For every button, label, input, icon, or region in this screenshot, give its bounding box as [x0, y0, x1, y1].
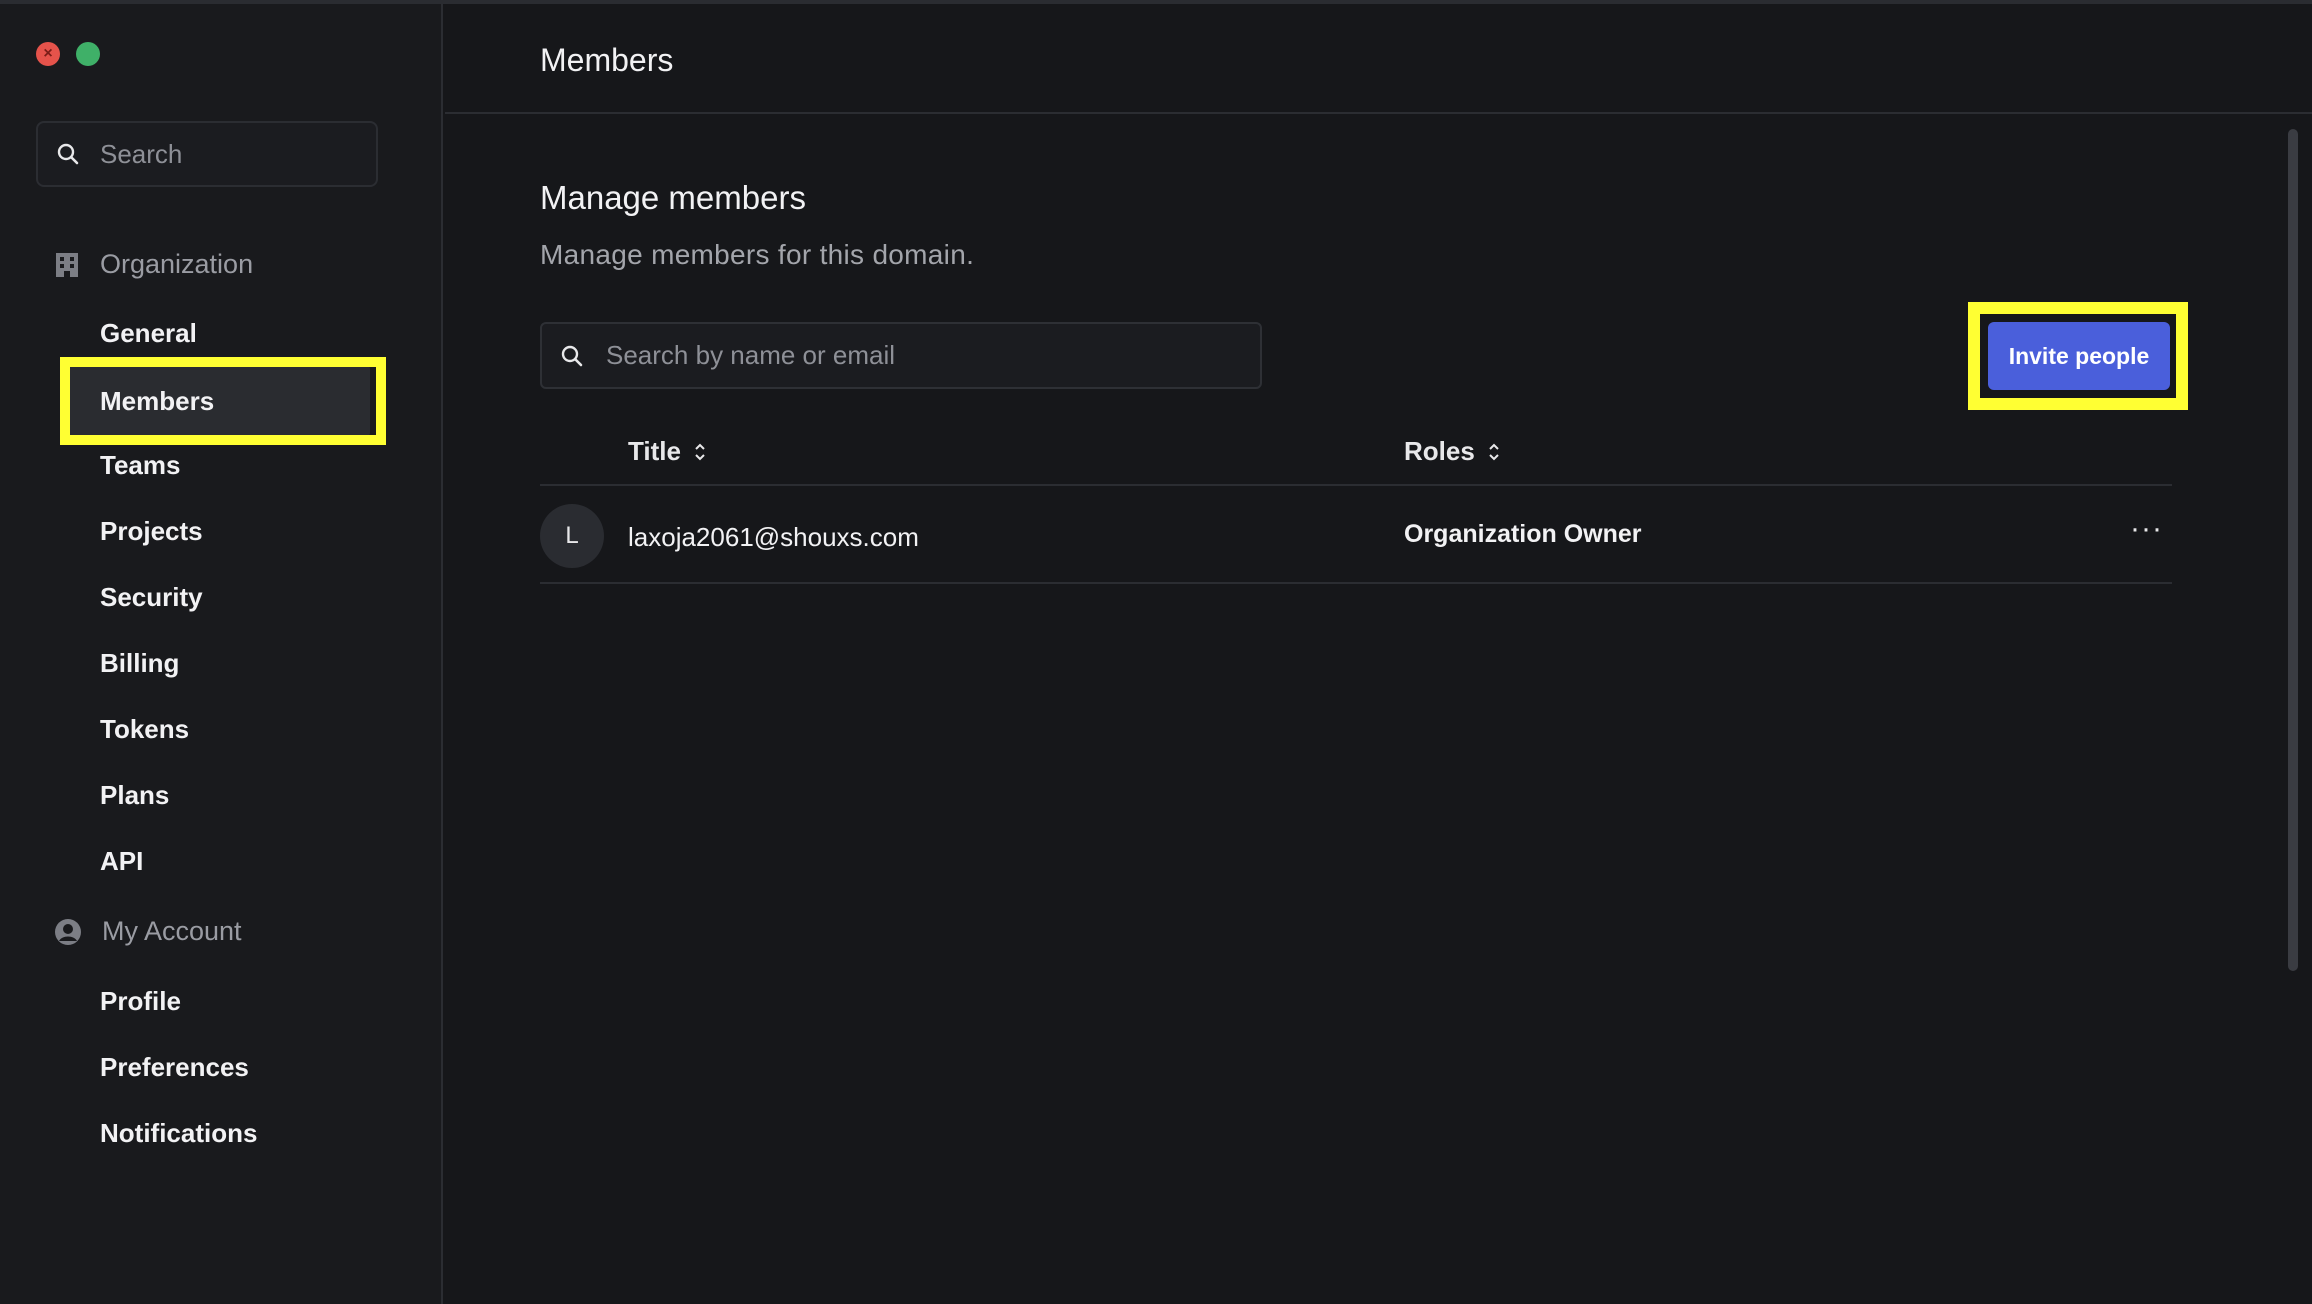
close-icon: × [43, 45, 53, 62]
sidebar-item-label: Members [100, 385, 215, 416]
window-controls: × [36, 42, 100, 66]
sidebar-item-label: Profile [100, 985, 181, 1016]
column-roles-header[interactable]: Roles [1404, 436, 1501, 467]
sort-icon [1489, 443, 1499, 460]
sidebar-item-billing[interactable]: Billing [60, 627, 370, 699]
sidebar-item-label: Teams [100, 449, 181, 480]
sidebar-item-label: General [100, 317, 197, 348]
member-search [540, 322, 1262, 389]
zoom-window-button[interactable] [76, 42, 100, 66]
sidebar-item-label: Security [100, 581, 203, 612]
user-circle-icon [55, 918, 81, 945]
section-title: Manage members [540, 179, 806, 216]
section-subtitle: Manage members for this domain. [540, 239, 975, 270]
sidebar-item-security[interactable]: Security [60, 561, 370, 633]
member-role: Organization Owner [1404, 520, 1642, 548]
sidebar-item-label: Billing [100, 647, 180, 678]
search-icon [57, 143, 79, 165]
app-window: × Organization General Members Teams [0, 0, 2312, 1304]
column-roles-label: Roles [1404, 436, 1475, 466]
section-my-account: My Account [54, 916, 242, 947]
member-search-input[interactable] [606, 340, 1246, 371]
section-my-account-label: My Account [102, 916, 242, 946]
column-title-label: Title [628, 436, 681, 466]
sidebar-item-members[interactable]: Members [60, 365, 370, 437]
sidebar-item-label: API [100, 845, 144, 876]
search-icon [561, 345, 583, 366]
sidebar-item-label: Notifications [100, 1117, 258, 1148]
main-panel: Members Manage members Manage members fo… [445, 4, 2312, 1304]
sidebar-search-input[interactable] [100, 138, 360, 170]
table-row: L laxoja2061@shouxs.com Organization Own… [540, 486, 2172, 584]
section-organization: Organization [54, 249, 253, 280]
invite-people-button[interactable]: Invite people [1988, 322, 2170, 390]
sidebar-item-profile[interactable]: Profile [60, 965, 370, 1037]
sidebar-item-label: Plans [100, 779, 170, 810]
sidebar-item-plans[interactable]: Plans [60, 759, 370, 831]
sidebar-search [36, 121, 378, 187]
member-email: laxoja2061@shouxs.com [628, 522, 919, 552]
members-table-header: Title Roles [540, 424, 2172, 486]
sidebar-item-notifications[interactable]: Notifications [60, 1097, 370, 1169]
sidebar-item-api[interactable]: API [60, 825, 370, 897]
sidebar-item-label: Projects [100, 515, 203, 546]
page-title: Members [540, 42, 674, 78]
more-icon[interactable]: ··· [2130, 512, 2163, 546]
sidebar-item-general[interactable]: General [60, 297, 370, 369]
main-header: Members [445, 4, 2312, 114]
sidebar-item-preferences[interactable]: Preferences [60, 1031, 370, 1103]
sidebar-item-tokens[interactable]: Tokens [60, 693, 370, 765]
sidebar-item-teams[interactable]: Teams [60, 429, 370, 501]
column-title-header[interactable]: Title [628, 436, 707, 467]
sidebar-item-projects[interactable]: Projects [60, 495, 370, 567]
sort-icon [695, 443, 705, 460]
section-organization-label: Organization [100, 249, 254, 279]
avatar: L [540, 504, 604, 568]
building-icon [56, 252, 78, 277]
scrollbar[interactable] [2288, 129, 2298, 971]
sidebar-item-label: Preferences [100, 1051, 249, 1082]
sidebar-item-label: Tokens [100, 713, 190, 744]
sidebar: × Organization General Members Teams [0, 4, 443, 1304]
close-window-button[interactable]: × [36, 42, 60, 66]
